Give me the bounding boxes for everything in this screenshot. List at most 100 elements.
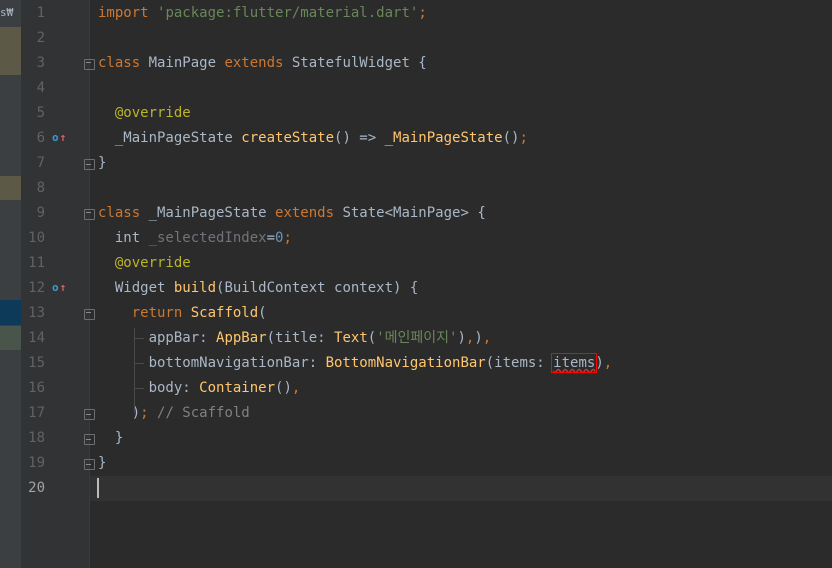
code-token: }: [98, 430, 124, 446]
code-token: return: [131, 305, 191, 321]
code-token: appBar:: [98, 330, 217, 346]
code-line[interactable]: appBar: AppBar(title: Text('메인페이지'),),: [98, 326, 492, 351]
fold-close-icon[interactable]: [84, 434, 95, 445]
fold-close-icon[interactable]: [84, 459, 95, 470]
code-token: (: [367, 330, 377, 346]
code-token: extends: [224, 55, 292, 71]
line-number: 11: [28, 255, 45, 271]
code-token: int: [98, 230, 149, 246]
code-token: bottomNavigationBar:: [98, 355, 326, 371]
code-line[interactable]: import 'package:flutter/material.dart';: [98, 1, 427, 26]
code-token: AppBar: [216, 330, 267, 346]
code-token: _MainPageState: [384, 130, 503, 146]
code-token: // Scaffold: [157, 405, 250, 421]
line-number: 6: [36, 130, 45, 146]
code-token: }: [98, 155, 107, 171]
code-token: '메인페이지': [376, 330, 458, 346]
override-method-icon[interactable]: o↑: [52, 131, 70, 145]
unresolved-identifier: items: [551, 353, 598, 373]
code-line[interactable]: _MainPageState createState() => _MainPag…: [98, 126, 528, 151]
code-token: class: [98, 205, 149, 221]
line-number: 18: [28, 430, 45, 446]
code-token: (items:: [485, 355, 554, 371]
code-token: _MainPageState: [98, 130, 242, 146]
code-token: Container: [199, 380, 276, 396]
code-line[interactable]: }: [98, 451, 106, 476]
code-token: ): [474, 330, 483, 346]
code-token: StatefulWidget {: [291, 55, 427, 71]
line-number: 8: [36, 180, 45, 196]
code-token: (): [502, 130, 520, 146]
code-token: () =>: [334, 130, 385, 146]
code-token: 'package:flutter/material.dart': [157, 5, 419, 21]
indent-guide-branch: [134, 363, 144, 364]
code-line[interactable]: Widget build(BuildContext context) {: [98, 276, 418, 301]
current-line-highlight: [90, 476, 832, 501]
code-token: }: [98, 455, 107, 471]
code-token: =: [266, 230, 276, 246]
code-token: (): [275, 380, 292, 396]
indent-guide-branch: [134, 388, 144, 389]
code-line[interactable]: ); // Scaffold: [98, 401, 250, 426]
fold-open-icon[interactable]: [84, 209, 95, 220]
code-line[interactable]: }: [98, 151, 106, 176]
code-token: Scaffold: [190, 305, 259, 321]
panel-highlight: [0, 326, 21, 350]
line-number: 12: [28, 280, 45, 296]
line-number: 2: [36, 30, 45, 46]
line-number: 19: [28, 455, 45, 471]
code-token: _selectedIndex: [148, 230, 267, 246]
text-caret: [97, 478, 99, 498]
code-token: MainPage: [148, 55, 225, 71]
line-number: 16: [28, 380, 45, 396]
fold-open-icon[interactable]: [84, 309, 95, 320]
code-line[interactable]: class _MainPageState extends State<MainP…: [98, 201, 486, 226]
code-token: _MainPageState: [148, 205, 276, 221]
line-number: 10: [28, 230, 45, 246]
code-token: import: [98, 5, 158, 21]
code-line[interactable]: bottomNavigationBar: BottomNavigationBar…: [98, 351, 612, 376]
code-token: extends: [275, 205, 343, 221]
line-number: 3: [36, 55, 45, 71]
code-line[interactable]: body: Container(),: [98, 376, 301, 401]
code-token: ;: [519, 130, 528, 146]
code-line[interactable]: @override: [98, 101, 191, 126]
code-line[interactable]: int _selectedIndex=0;: [98, 226, 292, 251]
code-token: createState: [241, 130, 335, 146]
code-token: body:: [98, 380, 200, 396]
line-number: 4: [36, 80, 45, 96]
code-token: State<MainPage> {: [342, 205, 486, 221]
code-token: ): [457, 330, 466, 346]
project-panel-edge[interactable]: s₩: [0, 0, 21, 568]
panel-highlight: [0, 27, 21, 75]
line-number: 13: [28, 305, 45, 321]
panel-highlight: [0, 176, 21, 200]
code-token: (title:: [266, 330, 335, 346]
code-token: (BuildContext context) {: [216, 280, 419, 296]
code-token: @override: [98, 105, 191, 121]
code-line[interactable]: class MainPage extends StatefulWidget {: [98, 51, 427, 76]
line-number: 7: [36, 155, 45, 171]
line-number: 17: [28, 405, 45, 421]
line-number: 15: [28, 355, 45, 371]
panel-highlight: [0, 300, 21, 325]
code-token: ,: [603, 355, 613, 371]
code-token: ,: [482, 330, 492, 346]
code-token: (: [258, 305, 267, 321]
code-token: BottomNavigationBar: [325, 355, 486, 371]
fold-close-icon[interactable]: [84, 409, 95, 420]
code-token: Text: [334, 330, 368, 346]
code-token: ;: [140, 405, 158, 421]
code-line[interactable]: }: [98, 426, 123, 451]
code-token: ;: [283, 230, 292, 246]
override-method-icon[interactable]: o↑: [52, 281, 70, 295]
fold-close-icon[interactable]: [84, 159, 95, 170]
fold-open-icon[interactable]: [84, 59, 95, 70]
code-line[interactable]: @override: [98, 251, 191, 276]
code-line[interactable]: return Scaffold(: [98, 301, 267, 326]
line-number: 20: [28, 480, 45, 496]
indent-guide: [134, 328, 135, 413]
code-token: class: [98, 55, 149, 71]
line-number: 5: [36, 105, 45, 121]
